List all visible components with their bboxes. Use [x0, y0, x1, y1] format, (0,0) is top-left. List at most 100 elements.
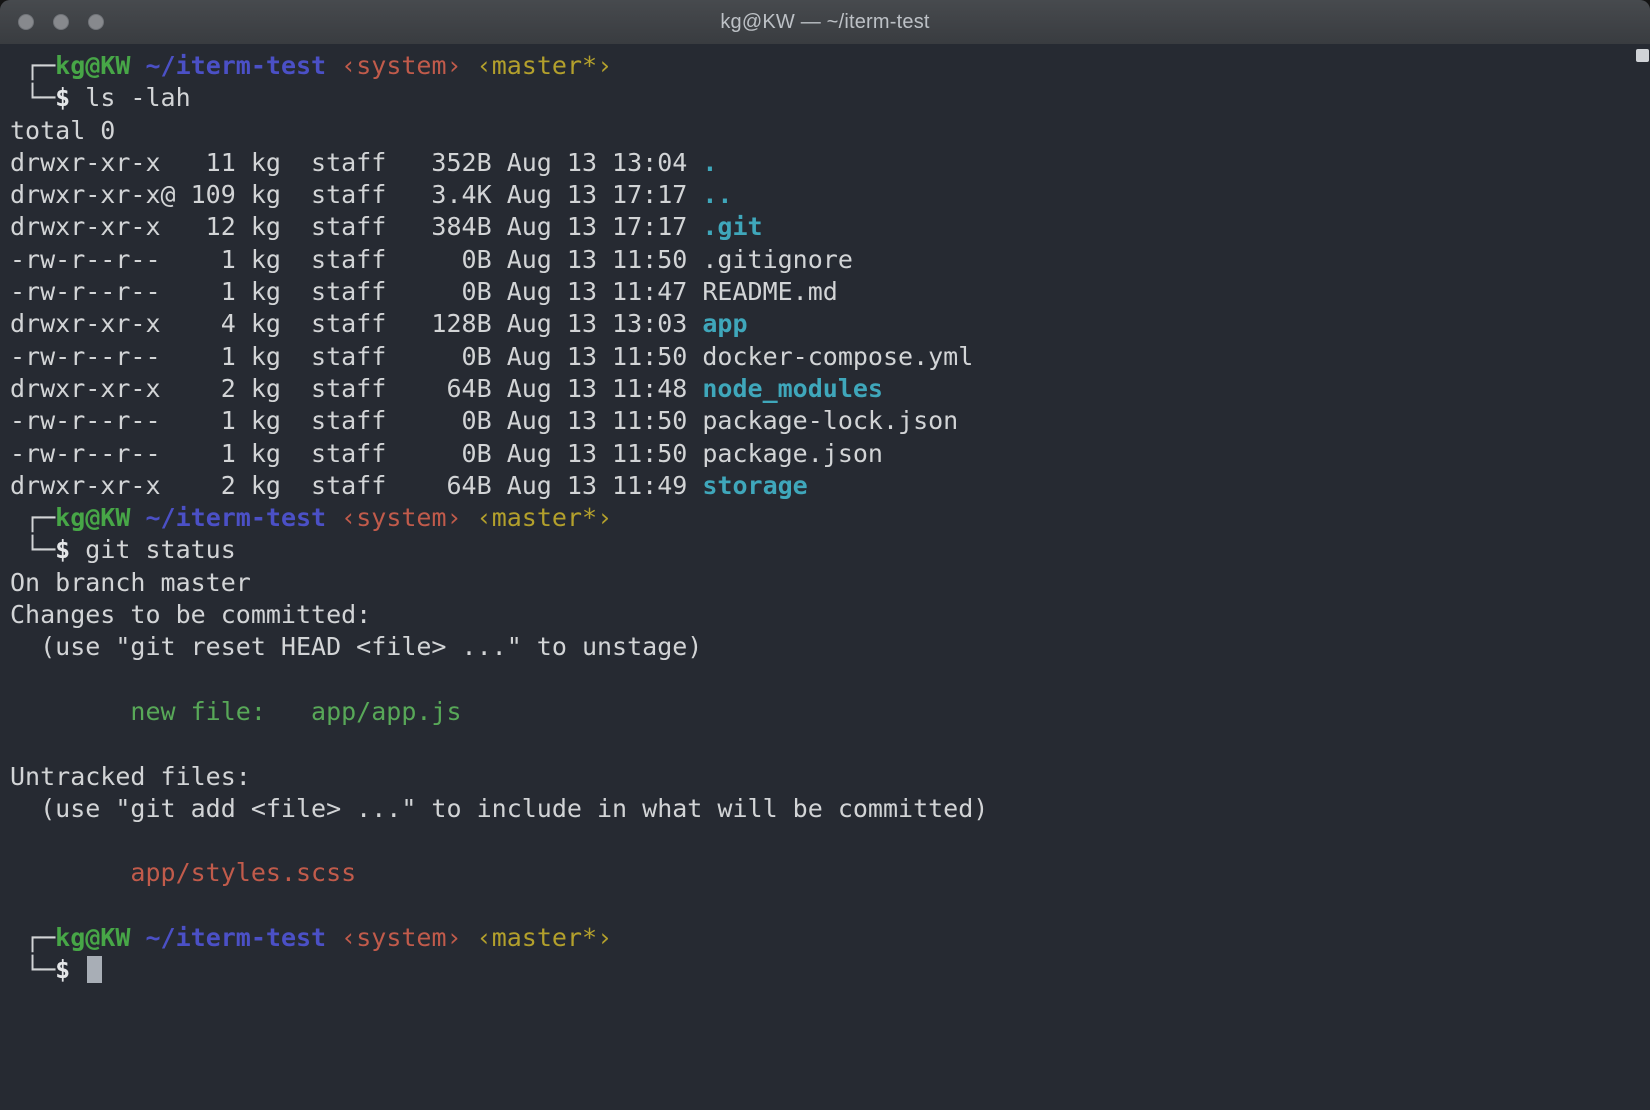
text-segment: └─	[10, 955, 55, 984]
terminal-line: On branch master	[10, 567, 1626, 599]
text-segment: ‹master*›	[477, 503, 612, 532]
terminal-line: ┌─kg@KW ~/iterm-test ‹system› ‹master*›	[10, 922, 1626, 954]
terminal-line	[10, 664, 1626, 696]
terminal-line: drwxr-xr-x 2 kg staff 64B Aug 13 11:49 s…	[10, 470, 1626, 502]
text-segment: $	[55, 955, 70, 984]
text-segment: ┌─	[10, 51, 55, 80]
text-segment: ‹system›	[341, 923, 461, 952]
text-segment: -rw-r--r-- 1 kg staff 0B Aug 13 11:50 pa…	[10, 439, 883, 468]
text-segment: ┌─	[10, 923, 55, 952]
text-segment	[10, 826, 25, 855]
minimize-button[interactable]	[53, 14, 69, 30]
terminal-line: └─$	[10, 954, 1626, 986]
text-segment	[462, 923, 477, 952]
terminal-line: total 0	[10, 115, 1626, 147]
terminal-output: ┌─kg@KW ~/iterm-test ‹system› ‹master*› …	[0, 44, 1650, 987]
text-segment: kg@KW	[55, 503, 130, 532]
text-segment: new file: app/app.js	[10, 697, 462, 726]
text-segment: └─	[10, 83, 55, 112]
text-segment: $	[55, 83, 70, 112]
close-button[interactable]	[18, 14, 34, 30]
terminal-line: ┌─kg@KW ~/iterm-test ‹system› ‹master*›	[10, 502, 1626, 534]
terminal-line: Changes to be committed:	[10, 599, 1626, 631]
terminal-line: -rw-r--r-- 1 kg staff 0B Aug 13 11:50 pa…	[10, 438, 1626, 470]
text-segment: ls -lah	[70, 83, 190, 112]
titlebar[interactable]: kg@KW — ~/iterm-test	[0, 0, 1650, 45]
terminal-line: drwxr-xr-x 11 kg staff 352B Aug 13 13:04…	[10, 147, 1626, 179]
text-segment: (use "git add <file> ..." to include in …	[10, 794, 988, 823]
text-segment: ‹system›	[341, 51, 461, 80]
text-segment: -rw-r--r-- 1 kg staff 0B Aug 13 11:50 .g…	[10, 245, 853, 274]
text-segment	[70, 955, 85, 984]
terminal-line: drwxr-xr-x@ 109 kg staff 3.4K Aug 13 17:…	[10, 179, 1626, 211]
text-segment: app	[702, 309, 747, 338]
terminal-line: Untracked files:	[10, 761, 1626, 793]
terminal-line	[10, 890, 1626, 922]
text-segment: kg@KW	[55, 51, 130, 80]
text-segment: node_modules	[702, 374, 883, 403]
text-segment: -rw-r--r-- 1 kg staff 0B Aug 13 11:47 RE…	[10, 277, 838, 306]
cursor-block	[87, 956, 102, 983]
text-segment	[326, 51, 341, 80]
text-segment: drwxr-xr-x 4 kg staff 128B Aug 13 13:03	[10, 309, 702, 338]
text-segment: kg@KW	[55, 923, 130, 952]
text-segment: ~/iterm-test	[145, 923, 326, 952]
text-segment	[326, 923, 341, 952]
terminal-line: (use "git reset HEAD <file> ..." to unst…	[10, 631, 1626, 663]
terminal-line	[10, 825, 1626, 857]
terminal-line: new file: app/app.js	[10, 696, 1626, 728]
text-segment: ‹system›	[341, 503, 461, 532]
terminal-line: -rw-r--r-- 1 kg staff 0B Aug 13 11:50 do…	[10, 341, 1626, 373]
text-segment: (use "git reset HEAD <file> ..." to unst…	[10, 632, 702, 661]
text-segment: ..	[702, 180, 732, 209]
text-segment	[10, 665, 25, 694]
text-segment: Untracked files:	[10, 762, 251, 791]
terminal-line: ┌─kg@KW ~/iterm-test ‹system› ‹master*›	[10, 50, 1626, 82]
text-segment: └─	[10, 535, 55, 564]
text-segment: ~/iterm-test	[145, 503, 326, 532]
text-segment	[462, 503, 477, 532]
text-segment	[130, 51, 145, 80]
terminal-line: drwxr-xr-x 12 kg staff 384B Aug 13 17:17…	[10, 211, 1626, 243]
text-segment: .git	[702, 212, 762, 241]
terminal-line: -rw-r--r-- 1 kg staff 0B Aug 13 11:47 RE…	[10, 276, 1626, 308]
text-segment: drwxr-xr-x 12 kg staff 384B Aug 13 17:17	[10, 212, 702, 241]
text-segment: drwxr-xr-x 11 kg staff 352B Aug 13 13:04	[10, 148, 702, 177]
text-segment: git status	[70, 535, 236, 564]
terminal-line: (use "git add <file> ..." to include in …	[10, 793, 1626, 825]
text-segment: ‹master*›	[477, 51, 612, 80]
terminal-line	[10, 728, 1626, 760]
text-segment: drwxr-xr-x@ 109 kg staff 3.4K Aug 13 17:…	[10, 180, 702, 209]
scrollbar-thumb[interactable]	[1636, 49, 1649, 62]
terminal-line: -rw-r--r-- 1 kg staff 0B Aug 13 11:50 .g…	[10, 244, 1626, 276]
text-segment: ‹master*›	[477, 923, 612, 952]
terminal-line: app/styles.scss	[10, 857, 1626, 889]
text-segment	[130, 923, 145, 952]
text-segment: -rw-r--r-- 1 kg staff 0B Aug 13 11:50 do…	[10, 342, 973, 371]
window-title: kg@KW — ~/iterm-test	[720, 11, 929, 34]
text-segment: .	[702, 148, 717, 177]
text-segment	[326, 503, 341, 532]
text-segment: ~/iterm-test	[145, 51, 326, 80]
terminal-line: └─$ git status	[10, 534, 1626, 566]
terminal-window: kg@KW — ~/iterm-test ┌─kg@KW ~/iterm-tes…	[0, 0, 1650, 1110]
terminal-screen[interactable]: ┌─kg@KW ~/iterm-test ‹system› ‹master*› …	[0, 44, 1650, 1110]
terminal-line: drwxr-xr-x 4 kg staff 128B Aug 13 13:03 …	[10, 308, 1626, 340]
text-segment: $	[55, 535, 70, 564]
terminal-line: drwxr-xr-x 2 kg staff 64B Aug 13 11:48 n…	[10, 373, 1626, 405]
text-segment: storage	[702, 471, 807, 500]
text-segment: total 0	[10, 116, 115, 145]
text-segment	[462, 51, 477, 80]
terminal-line: -rw-r--r-- 1 kg staff 0B Aug 13 11:50 pa…	[10, 405, 1626, 437]
scrollbar[interactable]	[1634, 44, 1650, 1110]
zoom-button[interactable]	[88, 14, 104, 30]
terminal-line: └─$ ls -lah	[10, 82, 1626, 114]
text-segment	[130, 503, 145, 532]
text-segment: -rw-r--r-- 1 kg staff 0B Aug 13 11:50 pa…	[10, 406, 958, 435]
text-segment: drwxr-xr-x 2 kg staff 64B Aug 13 11:48	[10, 374, 702, 403]
text-segment: Changes to be committed:	[10, 600, 371, 629]
text-segment: ┌─	[10, 503, 55, 532]
traffic-lights	[18, 0, 104, 44]
text-segment: app/styles.scss	[10, 858, 356, 887]
text-segment	[10, 891, 25, 920]
